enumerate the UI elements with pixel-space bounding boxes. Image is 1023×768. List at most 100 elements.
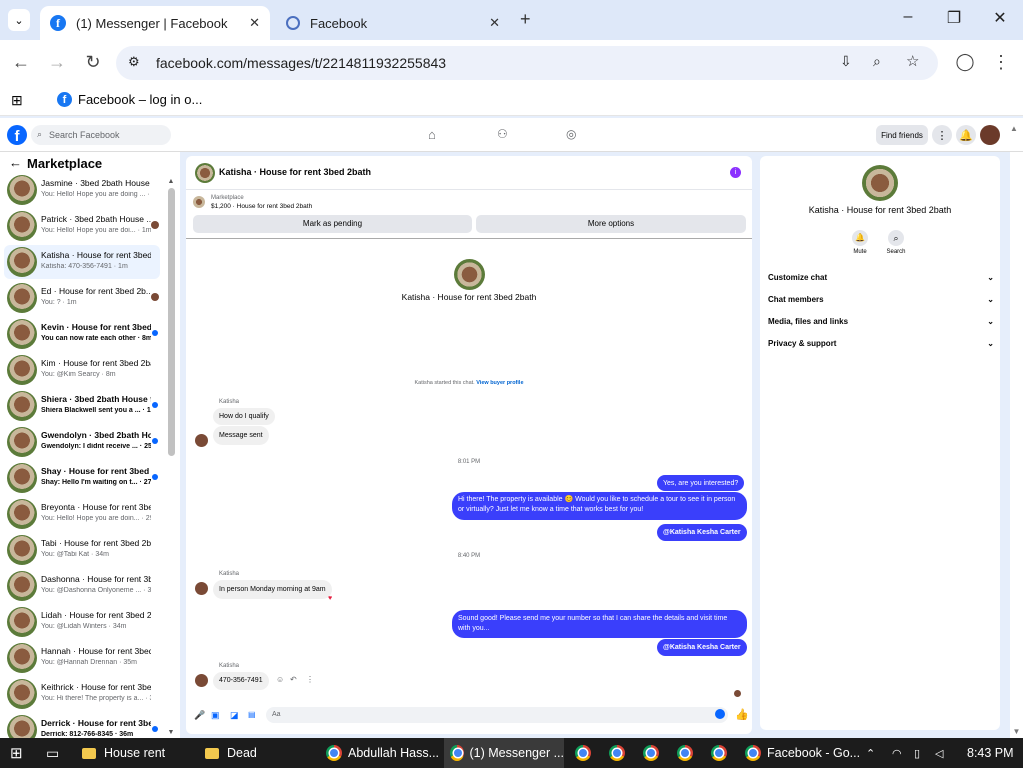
more-actions-icon[interactable]: ⋮ (306, 675, 314, 684)
scroll-down-arrow-icon[interactable]: ▼ (167, 729, 175, 736)
bookmark-facebook[interactable]: f Facebook – log in o... (57, 92, 202, 107)
conversation-item[interactable]: Shay · House for rent 3bed ... Shay: Hell… (4, 461, 160, 495)
tab-messenger[interactable]: f (1) Messenger | Facebook ✕ (40, 6, 270, 40)
volume-icon[interactable]: ◁ (935, 738, 943, 768)
taskbar-dead[interactable]: Dead (205, 738, 257, 768)
friends-icon[interactable]: ⚇ (497, 127, 508, 141)
taskbar-chrome-1[interactable] (575, 738, 597, 768)
account-avatar[interactable] (980, 125, 1000, 145)
install-app-icon[interactable]: ⇩ (840, 53, 852, 70)
mark-pending-button[interactable]: Mark as pending (193, 215, 472, 233)
microphone-icon[interactable]: 🎤 (194, 710, 205, 721)
taskbar-chrome-5[interactable] (711, 738, 733, 768)
conversation-item[interactable]: Keithrick · House for rent 3be... You: Hi… (4, 677, 160, 711)
home-icon[interactable]: ⌂ (428, 127, 436, 142)
media-files-row[interactable]: Media, files and links ⌄ (768, 317, 994, 326)
taskbar-chrome-facebook[interactable]: Facebook - Go... (745, 738, 860, 768)
heart-reaction-icon[interactable]: ♥ (328, 595, 332, 602)
intro-avatar[interactable] (454, 259, 485, 290)
taskbar-house-rent[interactable]: House rent (82, 738, 165, 768)
site-info-icon[interactable]: ⚙ (128, 54, 140, 70)
conversation-item[interactable]: Patrick · 3bed 2bath House ... You: Hello… (4, 209, 160, 243)
find-friends-button[interactable]: Find friends (876, 125, 928, 145)
conversation-item[interactable]: Katisha · House for rent 3bed ... Katisha… (4, 245, 160, 279)
address-bar[interactable]: ⚙ facebook.com/messages/t/22148119322558… (116, 46, 938, 80)
reload-icon[interactable]: ↻ (81, 52, 105, 73)
conversation-item[interactable]: Gwendolyn · 3bed 2bath Ho... Gwendolyn: I… (4, 425, 160, 459)
notifications-icon[interactable]: 🔔 (956, 125, 976, 145)
sticker-icon[interactable]: ◪ (230, 710, 239, 721)
mute-button[interactable]: 🔔 (852, 230, 868, 246)
photo-icon[interactable]: ▣ (211, 710, 220, 721)
conversation-item[interactable]: Shiera · 3bed 2bath House f... Shiera Bla… (4, 389, 160, 423)
scroll-thumb[interactable] (167, 188, 175, 456)
bookmark-star-icon[interactable]: ☆ (906, 52, 919, 70)
info-avatar[interactable] (862, 165, 898, 201)
back-icon[interactable]: ← (9, 52, 33, 73)
listing-detail[interactable]: $1,200 · House for rent 3bed 2bath (211, 203, 312, 210)
page-scrollbar[interactable]: ▼ (1010, 152, 1023, 738)
message-bubble[interactable]: Yes, are you interested? (657, 475, 745, 491)
tray-chevron-icon[interactable]: ⌃ (866, 738, 875, 768)
taskbar-clock[interactable]: 8:43 PM (967, 738, 1014, 768)
taskbar-chrome-3[interactable] (643, 738, 665, 768)
conversation-item[interactable]: Hannah · House for rent 3bed... You: @Han… (4, 641, 160, 675)
close-tab-icon[interactable]: ✕ (249, 15, 260, 31)
privacy-support-row[interactable]: Privacy & support ⌄ (768, 339, 994, 348)
tab-search-button[interactable]: ⌄ (8, 9, 30, 31)
page-scroll-up-icon[interactable]: ▲ (1010, 124, 1018, 133)
new-tab-icon[interactable]: + (520, 9, 531, 30)
chat-header-title[interactable]: Katisha · House for rent 3bed 2bath (219, 167, 371, 177)
message-input[interactable]: Aa (266, 707, 728, 723)
conversation-item[interactable]: Tabi · House for rent 3bed 2ba... You: @T… (4, 533, 160, 567)
conversation-item[interactable]: Breyonta · House for rent 3be... You: Hel… (4, 497, 160, 531)
restore-icon[interactable]: ❐ (939, 8, 969, 28)
sidebar-scrollbar[interactable]: ▲ ▼ (167, 178, 175, 736)
wifi-icon[interactable]: ◠ (892, 738, 902, 768)
tab-facebook[interactable]: Facebook ✕ (276, 6, 510, 40)
facebook-logo-icon[interactable]: f (7, 125, 27, 145)
zoom-icon[interactable]: ⌕ (873, 53, 881, 70)
customize-chat-row[interactable]: Customize chat ⌄ (768, 273, 994, 282)
close-tab-icon[interactable]: ✕ (489, 15, 500, 31)
message-bubble[interactable]: 470-356-7491 (213, 672, 269, 690)
chat-members-row[interactable]: Chat members ⌄ (768, 295, 994, 304)
start-button[interactable]: ⊞ (10, 738, 23, 768)
like-thumb-icon[interactable]: 👍 (735, 708, 749, 721)
taskbar-chrome-messenger[interactable]: (1) Messenger ... (444, 738, 564, 768)
conversation-item[interactable]: Ed · House for rent 3bed 2b... You: ? · 1… (4, 281, 160, 315)
forward-icon[interactable]: → (45, 52, 69, 73)
taskbar-chrome-abdullah[interactable]: Abdullah Hass... (326, 738, 439, 768)
taskbar-chrome-2[interactable] (609, 738, 631, 768)
page-scroll-down-icon[interactable]: ▼ (1010, 727, 1023, 736)
minimize-icon[interactable]: – (893, 8, 923, 26)
sidebar-back-icon[interactable]: ← (9, 155, 22, 170)
groups-icon[interactable]: ◎ (566, 127, 576, 141)
conversation-item[interactable]: Dashonna · House for rent 3b... You: @Das… (4, 569, 160, 603)
gif-icon[interactable]: ▤ (248, 710, 256, 719)
taskbar-chrome-4[interactable] (677, 738, 699, 768)
scroll-up-arrow-icon[interactable]: ▲ (167, 178, 175, 185)
emoji-icon[interactable] (715, 709, 725, 719)
message-bubble[interactable]: Hi there! The property is available 😊 Wo… (452, 492, 747, 520)
message-bubble[interactable]: @Katisha Kesha Carter (657, 639, 747, 656)
chat-header-avatar[interactable] (195, 163, 215, 183)
message-bubble[interactable]: Sound good! Please send me your number s… (452, 610, 747, 638)
profile-icon[interactable]: ◯ (953, 52, 977, 72)
conversation-item[interactable]: Lidah · House for rent 3bed 2... You: @Li… (4, 605, 160, 639)
view-buyer-profile-link[interactable]: View buyer profile (476, 380, 523, 386)
menu-icon[interactable]: ⋮ (989, 52, 1013, 73)
search-input[interactable]: ⌕ Search Facebook (31, 125, 171, 145)
conversation-item[interactable]: Jasmine · 3bed 2bath House f... You: Hell… (4, 173, 160, 207)
page-scroll-thumb[interactable] (1014, 156, 1020, 162)
more-options-button[interactable]: More options (476, 215, 746, 233)
task-view-icon[interactable]: ▭ (46, 738, 59, 768)
menu-grid-icon[interactable]: ⋮ (932, 125, 952, 145)
conversation-item[interactable]: Kim · House for rent 3bed 2ba... You: @Ki… (4, 353, 160, 387)
apps-grid-icon[interactable]: ⊞ (11, 92, 23, 109)
message-bubble[interactable]: Message sent (213, 426, 269, 445)
battery-icon[interactable]: ▯ (914, 738, 920, 768)
reply-icon[interactable]: ↶ (290, 675, 297, 684)
search-button[interactable]: ⌕ (888, 230, 904, 246)
info-icon[interactable]: i (730, 167, 741, 178)
